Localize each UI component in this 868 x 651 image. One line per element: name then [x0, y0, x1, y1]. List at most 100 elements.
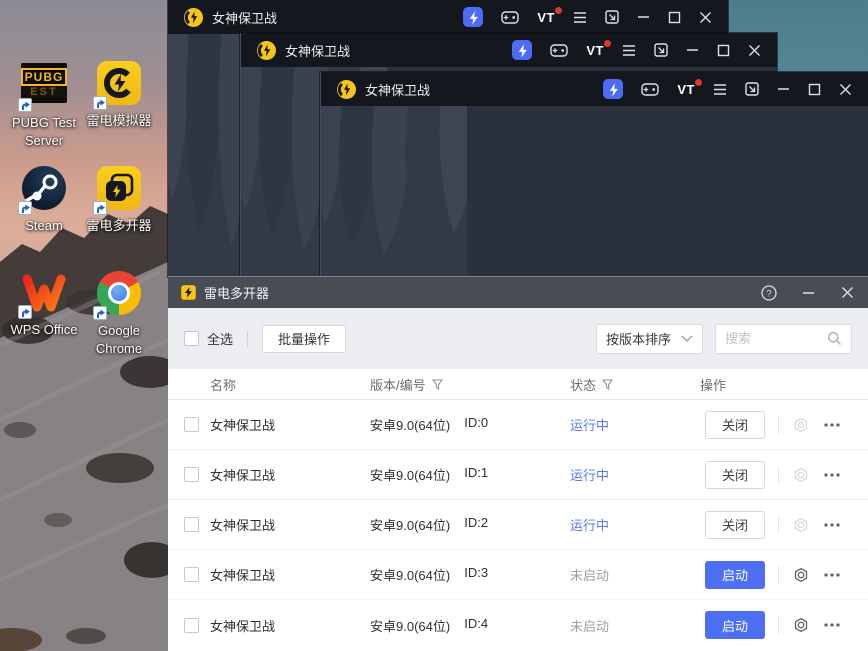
more-options-icon[interactable] [823, 466, 841, 484]
shortcut-arrow-icon [18, 305, 32, 319]
instance-name: 女神保卫战 [210, 565, 360, 584]
emulator-titlebar[interactable]: 女神保卫战 VT [241, 33, 777, 67]
desktop-icon-label: PUBG Test Server [1, 114, 87, 150]
desktop-icon-steam[interactable]: Steam [1, 165, 87, 235]
notification-dot [695, 79, 702, 86]
maximize-button[interactable] [668, 11, 681, 24]
row-checkbox[interactable] [184, 618, 199, 633]
manager-toolbar: 全选 批量操作 按版本排序 [168, 308, 868, 369]
settings-gear-icon[interactable] [792, 616, 810, 634]
table-row: 女神保卫战 安卓9.0(64位)ID:3 未启动 启动 [168, 550, 868, 600]
header-name: 名称 [210, 375, 360, 394]
row-checkbox[interactable] [184, 417, 199, 432]
toolbar-divider [247, 331, 248, 347]
ldplayer-logo-icon [337, 80, 356, 99]
more-options-icon[interactable] [823, 516, 841, 534]
batch-operations-button[interactable]: 批量操作 [262, 325, 346, 353]
header-version[interactable]: 版本/编号 [370, 375, 560, 394]
shortcut-arrow-icon [93, 96, 107, 110]
window-title: 女神保卫战 [365, 80, 430, 99]
emulator-titlebar[interactable]: 女神保卫战 VT [168, 0, 728, 34]
row-checkbox[interactable] [184, 567, 199, 582]
table-row: 女神保卫战 安卓9.0(64位)ID:1 运行中 关闭 [168, 450, 868, 500]
desktop-icon-label: 雷电多开器 [76, 217, 162, 235]
shortcut-arrow-icon [18, 201, 32, 215]
desktop-icon-wps-office[interactable]: WPS Office [1, 270, 87, 339]
maximize-button[interactable] [717, 44, 730, 57]
minimize-button[interactable] [800, 285, 816, 301]
more-options-icon[interactable] [823, 566, 841, 584]
stop-button[interactable]: 关闭 [705, 411, 765, 439]
start-button[interactable]: 启动 [705, 561, 765, 589]
row-checkbox[interactable] [184, 467, 199, 482]
menu-icon[interactable] [713, 83, 727, 96]
gamepad-icon[interactable] [641, 82, 659, 97]
vt-button[interactable]: VT [537, 10, 555, 25]
manager-titlebar[interactable]: 雷电多开器 [168, 277, 868, 308]
menu-icon[interactable] [622, 44, 636, 57]
help-icon[interactable] [761, 285, 777, 301]
close-button[interactable] [748, 44, 761, 57]
notification-dot [604, 40, 611, 47]
settings-gear-icon[interactable] [792, 566, 810, 584]
table-row: 女神保卫战 安卓9.0(64位)ID:0 运行中 关闭 [168, 400, 868, 450]
search-icon [827, 331, 842, 346]
gamepad-icon[interactable] [550, 43, 568, 58]
pubg-icon: PUBGEST [21, 63, 67, 103]
emulator-screen[interactable] [321, 106, 868, 277]
instance-name: 女神保卫战 [210, 465, 360, 484]
instance-status: 未启动 [570, 616, 690, 635]
minimize-button[interactable] [686, 44, 699, 56]
settings-gear-icon[interactable] [792, 416, 810, 434]
sort-dropdown-value: 按版本排序 [606, 329, 671, 348]
emulator-titlebar[interactable]: 女神保卫战 VT [321, 72, 868, 106]
shortcut-arrow-icon [93, 306, 107, 320]
desktop-icon-ldplayer[interactable]: 雷电模拟器 [76, 60, 162, 130]
header-status[interactable]: 状态 [570, 375, 690, 394]
start-button[interactable]: 启动 [705, 611, 765, 639]
select-all-label: 全选 [207, 329, 233, 348]
settings-gear-icon[interactable] [792, 516, 810, 534]
sort-dropdown[interactable]: 按版本排序 [596, 324, 703, 354]
mini-window-icon[interactable] [654, 43, 668, 57]
table-row: 女神保卫战 安卓9.0(64位)ID:2 运行中 关闭 [168, 500, 868, 550]
desktop-icon-google-chrome[interactable]: Google Chrome [76, 270, 162, 358]
window-title: 女神保卫战 [285, 41, 350, 60]
instance-status: 未启动 [570, 565, 690, 584]
more-options-icon[interactable] [823, 616, 841, 634]
menu-icon[interactable] [573, 11, 587, 24]
vt-button[interactable]: VT [677, 82, 695, 97]
mini-window-icon[interactable] [605, 10, 619, 24]
shortcut-arrow-icon [93, 201, 107, 215]
stop-button[interactable]: 关闭 [705, 511, 765, 539]
chevron-down-icon [681, 335, 693, 342]
boost-icon[interactable] [603, 79, 623, 99]
close-button[interactable] [839, 83, 852, 96]
mini-window-icon[interactable] [745, 82, 759, 96]
desktop-icon-label: Steam [1, 217, 87, 235]
search-input[interactable] [725, 331, 827, 346]
desktop-icon-ld-multiplayer[interactable]: 雷电多开器 [76, 165, 162, 235]
header-action: 操作 [700, 375, 868, 394]
minimize-button[interactable] [637, 11, 650, 23]
minimize-button[interactable] [777, 83, 790, 95]
boost-icon[interactable] [512, 40, 532, 60]
close-button[interactable] [839, 285, 855, 301]
more-options-icon[interactable] [823, 416, 841, 434]
desktop-icon-pubg-test-server[interactable]: PUBGEST PUBG Test Server [1, 60, 87, 150]
instance-status: 运行中 [570, 465, 690, 484]
stop-button[interactable]: 关闭 [705, 461, 765, 489]
instance-version: 安卓9.0(64位)ID:2 [370, 515, 560, 534]
row-checkbox[interactable] [184, 517, 199, 532]
select-all-checkbox[interactable] [184, 331, 199, 346]
table-row: 女神保卫战 安卓9.0(64位)ID:4 未启动 启动 [168, 600, 868, 650]
instance-status: 运行中 [570, 515, 690, 534]
maximize-button[interactable] [808, 83, 821, 96]
search-box[interactable] [715, 324, 852, 354]
settings-gear-icon[interactable] [792, 466, 810, 484]
close-button[interactable] [699, 11, 712, 24]
boost-icon[interactable] [463, 7, 483, 27]
vt-button[interactable]: VT [586, 43, 604, 58]
manager-title: 雷电多开器 [204, 283, 269, 302]
gamepad-icon[interactable] [501, 10, 519, 25]
